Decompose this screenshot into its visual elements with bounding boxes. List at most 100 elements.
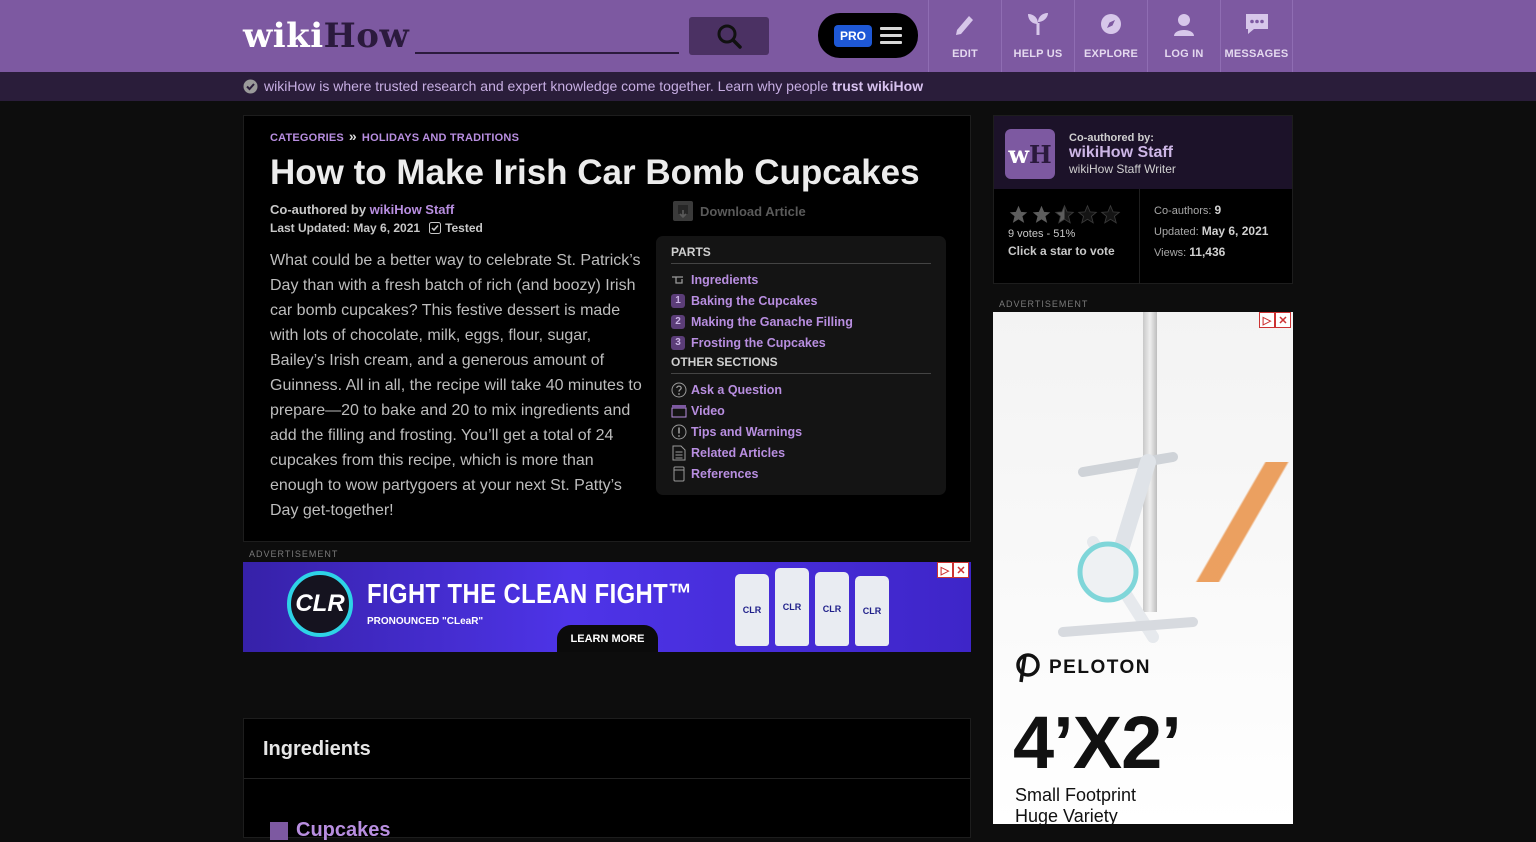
nav-label: EDIT [952,48,978,60]
question-icon [671,382,687,397]
toc-item-part-2[interactable]: 2 Making the Ganache Filling [671,311,931,332]
peloton-logo: PELOTON [1015,652,1151,684]
ingredients-heading: Ingredients [263,738,371,760]
close-ad-icon[interactable]: ✕ [1275,312,1291,328]
nav-label: MESSAGES [1224,48,1289,60]
toc-item-related-articles[interactable]: Related Articles [671,442,931,463]
star-icon[interactable] [1031,204,1052,225]
references-icon [673,466,685,481]
toc-item-ingredients[interactable]: Ingredients [671,269,931,290]
breadcrumb-holidays[interactable]: HOLIDAYS AND TRADITIONS [362,132,519,144]
user-icon [1174,14,1194,36]
coauthor-line: Co-authored by wikiHow Staff [270,202,455,217]
toc-item-ask-question[interactable]: Ask a Question [671,379,931,400]
nav-label: EXPLORE [1084,48,1138,60]
star-outline-icon[interactable] [1077,204,1098,225]
click-to-vote: Click a star to vote [1008,244,1115,258]
table-of-contents: PARTS Ingredients 1 Baking the Cupcakes 2… [656,236,946,495]
sprout-icon [1028,13,1048,35]
author-name-link[interactable]: wikiHow Staff [1069,144,1173,162]
author-card: wH Co-authored by: wikiHow Staff wikiHow… [993,115,1293,284]
last-updated: Last Updated: May 6, 2021 Tested [270,221,483,235]
ingredients-section: Ingredients Cupcakes [243,718,971,841]
nav-help-us[interactable]: HELP US [1001,0,1074,72]
toc-item-part-1[interactable]: 1 Baking the Cupcakes [671,290,931,311]
product-bottle: CLR [735,574,769,646]
trust-wikihow-link[interactable]: trust wikiHow [832,78,923,94]
star-rating [1008,204,1121,225]
avatar[interactable]: wH [1005,129,1055,179]
learn-more-button[interactable]: LEARN MORE [557,625,658,652]
document-icon [672,445,686,460]
bullet-square-icon [270,821,288,840]
intro-paragraph: What could be a better way to celebrate … [270,252,642,519]
toc-item-references[interactable]: References [671,463,931,484]
ad-subline: PRONOUNCED "CLeaR" [367,616,484,627]
ad-tagline: Small Footprint Huge Variety [1015,785,1137,824]
product-bottle: CLR [815,572,849,646]
toc-item-tips-warnings[interactable]: Tips and Warnings [671,421,931,442]
nav-log-in[interactable]: LOG IN [1147,0,1220,72]
tested-badge[interactable]: Tested [429,221,483,235]
divider [244,778,970,779]
chat-icon [1245,14,1268,34]
hamburger-menu-icon [880,27,903,44]
author-role: wikiHow Staff Writer [1069,162,1176,176]
wikihow-logo[interactable]: wikiHow [243,16,409,56]
toc-other-heading: OTHER SECTIONS [671,355,931,374]
header-nav: EDIT HELP US EXPLORE LOG IN MESSAGES [928,0,1293,72]
clr-logo: CLR [287,571,353,637]
search-button[interactable] [689,17,769,55]
warning-icon [671,424,687,439]
site-header: wikiHow PRO EDIT HELP US EXPLORE LOG IN … [0,0,1536,72]
bike-image [1058,452,1198,643]
article-intro-card: CATEGORIES » HOLIDAYS AND TRADITIONS How t… [243,115,971,542]
author-card-header: wH Co-authored by: wikiHow Staff wikiHow… [994,116,1292,189]
pdf-icon [673,201,693,221]
checkbox-icon [429,222,442,234]
view-count: Views: 11,436 [1154,245,1226,259]
star-icon[interactable] [1008,204,1029,225]
trust-message: wikiHow is where trusted research and ex… [264,78,924,94]
part-number: 1 [671,293,685,308]
toc-item-part-3[interactable]: 3 Frosting the Cupcakes [671,332,931,353]
verified-check-icon [243,79,258,94]
coauthored-label: Co-authored by: [1069,132,1154,144]
toc-item-video[interactable]: Video [671,400,931,421]
breadcrumb: CATEGORIES » HOLIDAYS AND TRADITIONS [270,128,519,144]
star-outline-icon[interactable] [1100,204,1121,225]
product-bottle: CLR [775,568,809,646]
adchoices-icon[interactable]: ▷ [937,562,953,578]
trust-bar: wikiHow is where trusted research and ex… [0,72,1536,101]
nav-label: HELP US [1013,48,1063,60]
breadcrumb-categories[interactable]: CATEGORIES [270,132,344,144]
vote-count: 9 votes - 51% [1008,228,1076,240]
video-icon [671,404,687,417]
ad-controls: ▷ ✕ [1259,312,1291,328]
download-article-button[interactable]: Download Article [672,200,806,222]
compass-icon [1101,14,1121,34]
peloton-p-icon [1016,653,1040,683]
ad-controls: ▷ ✕ [937,562,969,578]
page-title: How to Make Irish Car Bomb Cupcakes [270,153,920,192]
pro-menu-button[interactable]: PRO [818,13,918,58]
half-star-icon[interactable] [1054,204,1075,225]
updated-date: Updated: May 6, 2021 [1154,224,1269,238]
nav-explore[interactable]: EXPLORE [1074,0,1147,72]
sidebar-ad[interactable]: PELOTON 4’X2’ Small Footprint Huge Variet… [993,312,1293,824]
pro-badge: PRO [834,24,873,47]
nav-messages[interactable]: MESSAGES [1220,0,1293,72]
coauthors-count: Co-authors: 9 [1154,203,1222,217]
search-icon [717,24,742,49]
pencil-icon [956,16,973,35]
author-link[interactable]: wikiHow Staff [370,202,455,217]
banner-ad[interactable]: CLR FIGHT THE CLEAN FIGHT™ PRONOUNCED "C… [243,562,971,652]
advertisement-label: ADVERTISEMENT [249,549,339,559]
product-bottle: CLR [855,576,889,646]
adchoices-icon[interactable]: ▷ [1259,312,1275,328]
close-ad-icon[interactable]: ✕ [953,562,969,578]
search-input[interactable] [415,17,679,54]
nav-edit[interactable]: EDIT [928,0,1001,72]
ad-dimensions: 4’X2’ [1013,701,1182,784]
product-bottles: CLR CLR CLR CLR [735,568,889,646]
